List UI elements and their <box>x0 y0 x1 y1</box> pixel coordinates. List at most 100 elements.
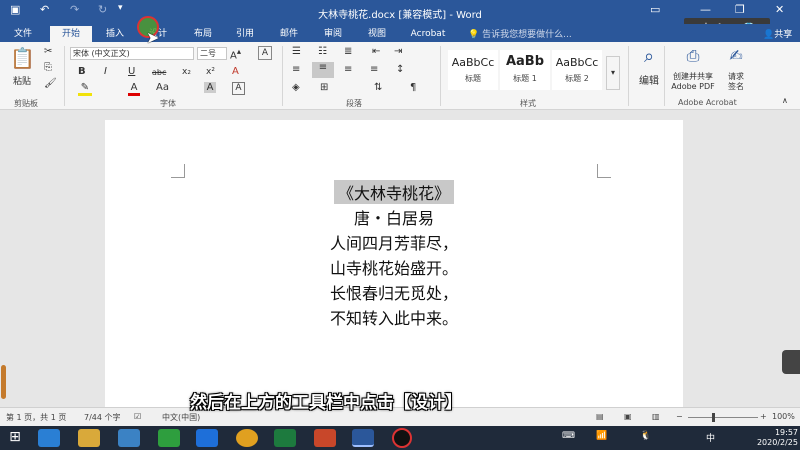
style-heading-1[interactable]: AaBb 标题 1 <box>500 50 550 90</box>
language-status[interactable]: 中文(中国) <box>162 412 200 423</box>
italic-icon[interactable]: I <box>104 66 107 77</box>
word-count[interactable]: 7/44 个字 <box>84 412 121 423</box>
increase-indent-icon[interactable]: ⇥ <box>394 46 402 57</box>
tab-view[interactable]: 视图 <box>360 26 394 42</box>
subscript-icon[interactable]: x₂ <box>182 67 191 77</box>
format-painter-icon[interactable]: 🖌 <box>44 78 57 89</box>
file-explorer-icon[interactable] <box>78 429 100 447</box>
network-icon[interactable]: 📶 <box>596 431 607 441</box>
web-layout-icon[interactable]: ▥ <box>652 412 660 421</box>
tab-insert[interactable]: 插入 <box>98 26 132 42</box>
justify-icon[interactable]: ≡ <box>370 64 378 75</box>
wps-icon[interactable] <box>196 429 218 447</box>
browser-360-icon[interactable] <box>158 429 180 447</box>
style-heading-2[interactable]: AaBbCc 标题 2 <box>552 50 602 90</box>
tab-review[interactable]: 审阅 <box>316 26 350 42</box>
page-count[interactable]: 第 1 页，共 1 页 <box>6 412 66 423</box>
document-page[interactable]: 《大林寺桃花》 唐・白居易 人间四月芳菲尽， 山寺桃花始盛开。 长恨春归无觅处，… <box>105 120 683 407</box>
paste-icon[interactable]: 📋 <box>10 46 35 70</box>
tray-ime[interactable]: 中 <box>706 431 715 444</box>
tell-me-search[interactable]: 💡 告诉我您想要做什么... <box>468 27 572 40</box>
minimize-icon[interactable]: — <box>700 3 711 16</box>
tab-layout[interactable]: 布局 <box>186 26 220 42</box>
ribbon-options-icon[interactable]: ▭ <box>650 3 660 16</box>
create-share-pdf-button[interactable]: 创建并共享 Adobe PDF <box>666 72 720 92</box>
zoom-slider[interactable] <box>688 417 758 418</box>
highlight-icon[interactable]: ✎ <box>78 82 92 96</box>
style-title[interactable]: AaBbCc 标题 <box>448 50 498 90</box>
clear-format-icon[interactable]: A <box>258 46 272 60</box>
char-shading-icon[interactable]: A <box>204 82 216 93</box>
text-effects-icon[interactable]: A <box>232 66 239 77</box>
zoom-slider-thumb[interactable] <box>712 413 715 422</box>
create-pdf-icon[interactable]: ⎙ <box>680 46 706 66</box>
editing-label[interactable]: 编辑 <box>636 72 662 87</box>
align-center-icon[interactable]: ≡ <box>312 62 334 78</box>
change-case-icon[interactable]: Aa <box>156 82 169 93</box>
poem-line-1[interactable]: 人间四月芳菲尽， <box>105 230 683 254</box>
zoom-out-icon[interactable]: − <box>676 412 683 421</box>
line-spacing-icon[interactable]: ↕ <box>396 64 404 75</box>
share-button[interactable]: 👤共享 <box>763 27 792 40</box>
font-name-select[interactable]: 宋体 (中文正文) <box>70 47 194 60</box>
font-size-select[interactable]: 二号 <box>197 47 227 60</box>
print-layout-icon[interactable]: ▣ <box>624 412 632 421</box>
document-area[interactable]: 《大林寺桃花》 唐・白居易 人间四月芳菲尽， 山寺桃花始盛开。 长恨春归无觅处，… <box>0 110 800 407</box>
superscript-icon[interactable]: x² <box>206 67 215 77</box>
collapse-ribbon-icon[interactable]: ∧ <box>782 96 788 105</box>
sort-icon[interactable]: ⇅ <box>374 82 382 93</box>
borders-icon[interactable]: ⊞ <box>320 82 328 93</box>
underline-icon[interactable]: U <box>128 66 135 77</box>
chrome-icon[interactable] <box>236 429 258 447</box>
char-border-icon[interactable]: A <box>232 82 245 95</box>
tab-acrobat[interactable]: Acrobat <box>406 26 450 42</box>
show-marks-icon[interactable]: ¶ <box>410 82 416 93</box>
word-icon[interactable] <box>352 429 374 447</box>
excel-icon[interactable] <box>274 429 296 447</box>
ie-icon[interactable] <box>38 429 60 447</box>
align-left-icon[interactable]: ≡ <box>292 64 300 75</box>
qq-icon[interactable]: 🐧 <box>640 431 651 441</box>
request-signature-button[interactable]: 请求 签名 <box>722 72 750 92</box>
bold-icon[interactable]: B <box>78 66 86 77</box>
numbering-icon[interactable]: ☷ <box>318 46 327 57</box>
side-panel-handle[interactable] <box>782 350 800 374</box>
restore-icon[interactable]: ❐ <box>735 3 745 16</box>
poem-author[interactable]: 唐・白居易 <box>105 205 683 229</box>
zoom-level[interactable]: 100% <box>772 412 795 421</box>
find-icon[interactable]: ⌕ <box>636 46 662 67</box>
strikethrough-icon[interactable]: abc <box>152 68 166 77</box>
poem-title[interactable]: 《大林寺桃花》 <box>333 180 454 204</box>
cloud-drive-icon[interactable] <box>118 429 140 447</box>
keyboard-icon[interactable]: ⌨ <box>562 431 575 441</box>
align-right-icon[interactable]: ≡ <box>344 64 352 75</box>
close-icon[interactable]: ✕ <box>775 3 784 16</box>
powerpoint-icon[interactable] <box>314 429 336 447</box>
grow-font-icon[interactable]: A▴ <box>230 46 241 61</box>
decrease-indent-icon[interactable]: ⇤ <box>372 46 380 57</box>
paste-label[interactable]: 粘贴 <box>8 74 36 87</box>
zoom-in-icon[interactable]: + <box>760 412 767 421</box>
read-mode-icon[interactable]: ▤ <box>596 412 604 421</box>
bullets-icon[interactable]: ☰ <box>292 46 301 57</box>
shading-icon[interactable]: ◈ <box>292 82 300 93</box>
font-color-icon[interactable]: A <box>128 82 140 96</box>
multilevel-list-icon[interactable]: ≣ <box>344 46 352 57</box>
recorder-icon[interactable] <box>392 428 412 448</box>
tab-home[interactable]: 开始 <box>50 26 92 42</box>
acrobat-group-label: Adobe Acrobat <box>678 98 737 107</box>
styles-more-icon[interactable]: ▾ <box>606 56 620 90</box>
poem-line-4[interactable]: 不知转入此中来。 <box>105 305 683 329</box>
proofing-icon[interactable]: ☑ <box>134 412 141 421</box>
tab-file[interactable]: 文件 <box>6 26 40 42</box>
clock[interactable]: 19:57 2020/2/25 <box>752 428 798 448</box>
tab-references[interactable]: 引用 <box>228 26 262 42</box>
person-icon: 👤 <box>763 30 775 40</box>
cut-icon[interactable]: ✂ <box>44 46 52 57</box>
start-icon[interactable]: ⊞ <box>4 429 26 447</box>
poem-line-3[interactable]: 长恨春归无觅处， <box>105 280 683 304</box>
tab-mailings[interactable]: 邮件 <box>272 26 306 42</box>
request-signature-icon[interactable]: ✍ <box>724 46 748 65</box>
copy-icon[interactable]: ⎘ <box>44 62 52 73</box>
poem-line-2[interactable]: 山寺桃花始盛开。 <box>105 255 683 279</box>
